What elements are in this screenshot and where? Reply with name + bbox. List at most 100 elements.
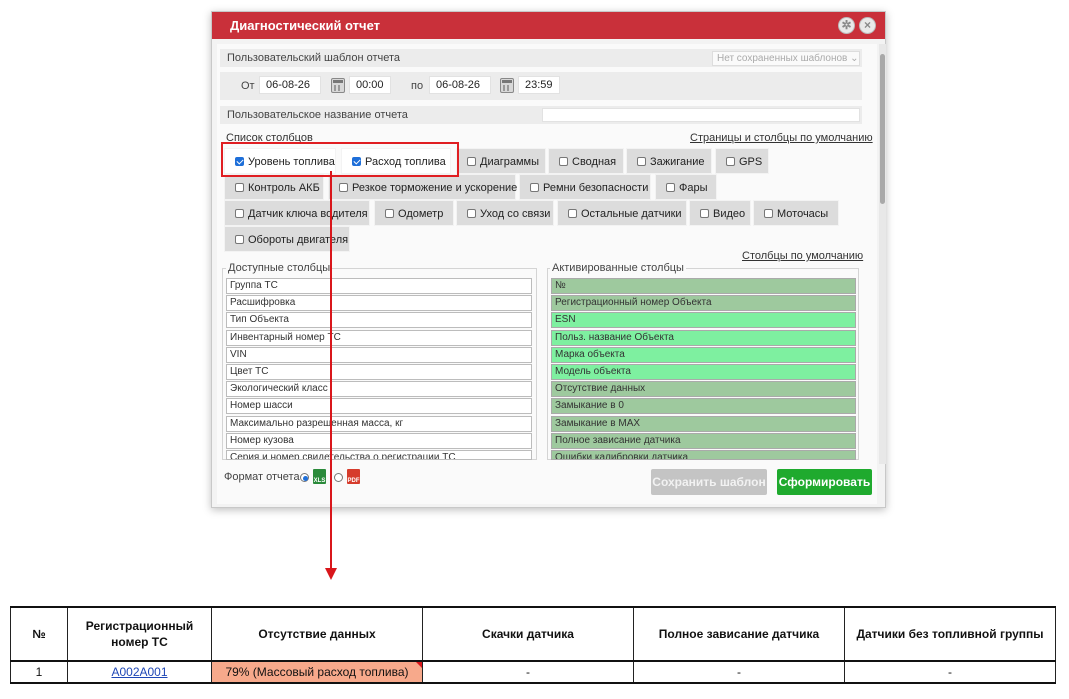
tab-checkbox[interactable] xyxy=(467,157,476,166)
tab-7[interactable]: Контроль АКБ xyxy=(224,174,324,200)
tab-label: Фары xyxy=(679,182,708,194)
cell-no-fuel-group: - xyxy=(844,660,1056,684)
tab-checkbox[interactable] xyxy=(700,209,709,218)
tab-checkbox[interactable] xyxy=(530,183,539,192)
tab-checkbox[interactable] xyxy=(467,209,476,218)
list-item[interactable]: Расшифровка xyxy=(226,295,532,312)
close-icon[interactable]: × xyxy=(859,17,876,34)
cell-no-data: 79% (Массовый расход топлива) xyxy=(211,660,423,684)
list-item[interactable]: № xyxy=(551,278,856,294)
table-row: 1 А002А001 79% (Массовый расход топлива)… xyxy=(10,660,1056,684)
cell-reg-number: А002А001 xyxy=(67,660,212,684)
tab-9[interactable]: Ремни безопасности xyxy=(519,174,651,200)
tab-checkbox[interactable] xyxy=(568,209,577,218)
tab-5[interactable]: Зажигание xyxy=(626,148,712,174)
dialog-scrollbar[interactable] xyxy=(879,44,886,464)
tab-label: Резкое торможение и ускорение xyxy=(352,182,518,194)
tab-checkbox[interactable] xyxy=(764,209,773,218)
list-item[interactable]: Номер кузова xyxy=(226,432,532,449)
tab-16[interactable]: Моточасы xyxy=(753,200,839,226)
tab-label: Диаграммы xyxy=(480,156,539,168)
tab-12[interactable]: Одометр xyxy=(374,200,454,226)
list-item[interactable]: Экологический класс xyxy=(226,381,532,398)
tab-4[interactable]: Сводная xyxy=(548,148,624,174)
settings-icon[interactable]: ✲ xyxy=(838,17,855,34)
col-header-number: № xyxy=(10,606,68,662)
save-template-button[interactable]: Сохранить шаблон xyxy=(651,469,767,495)
tab-3[interactable]: Диаграммы xyxy=(456,148,546,174)
col-header-sensor-jumps: Скачки датчика xyxy=(422,606,634,662)
from-label: От xyxy=(241,80,255,92)
tab-14[interactable]: Остальные датчики xyxy=(557,200,687,226)
vehicle-link[interactable]: А002А001 xyxy=(111,665,167,679)
list-item[interactable]: Максимально разрешенная масса, кг xyxy=(226,415,532,432)
tab-checkbox[interactable] xyxy=(235,183,244,192)
format-label: Формат отчета xyxy=(224,471,300,483)
calendar-icon[interactable] xyxy=(500,78,514,93)
custom-name-label: Пользовательское название отчета xyxy=(227,109,408,121)
list-item[interactable]: Серия и номер свидетельства о регистраци… xyxy=(226,450,532,460)
list-item[interactable]: Тип Объекта xyxy=(226,312,532,329)
list-item[interactable]: Регистрационный номер Объекта xyxy=(551,295,856,312)
tab-11[interactable]: Датчик ключа водителя xyxy=(224,200,370,226)
list-item[interactable]: Замыкание в MAX xyxy=(551,415,856,432)
tab-label: Зажигание xyxy=(650,156,705,168)
template-select[interactable]: Нет сохраненных шаблонов ⌄ xyxy=(712,51,860,66)
tab-label: Моточасы xyxy=(777,208,829,220)
list-item[interactable]: Модель объекта xyxy=(551,364,856,380)
custom-name-input[interactable] xyxy=(542,108,860,122)
from-time-input[interactable]: 00:00 xyxy=(349,76,391,94)
template-select-value: Нет сохраненных шаблонов xyxy=(717,53,848,64)
list-item[interactable]: Ошибки калибровки датчика xyxy=(551,450,856,460)
list-item[interactable]: Отсутствие данных xyxy=(551,381,856,398)
default-pages-link[interactable]: Страницы и столбцы по умолчанию xyxy=(690,132,873,144)
tab-checkbox[interactable] xyxy=(339,183,348,192)
generate-button[interactable]: Сформировать xyxy=(777,469,872,495)
xls-radio[interactable] xyxy=(300,473,309,482)
from-date-input[interactable]: 06-08-26 xyxy=(259,76,321,94)
template-label: Пользовательский шаблон отчета xyxy=(227,52,401,64)
list-item[interactable]: Польз. название Объекта xyxy=(551,329,856,346)
tab-checkbox[interactable] xyxy=(559,157,568,166)
tab-checkbox[interactable] xyxy=(726,157,735,166)
tab-checkbox[interactable] xyxy=(235,235,244,244)
list-item[interactable]: VIN xyxy=(226,346,532,363)
tab-checkbox[interactable] xyxy=(637,157,646,166)
list-item[interactable]: Замыкание в 0 xyxy=(551,398,856,415)
annotation-arrow-line xyxy=(330,171,332,571)
list-item[interactable]: Полное зависание датчика xyxy=(551,432,856,449)
tab-label: Сводная xyxy=(572,156,617,168)
list-item[interactable]: Марка объекта xyxy=(551,346,856,363)
tab-label: Обороты двигателя xyxy=(248,234,349,246)
tab-label: Уход со связи xyxy=(480,208,551,220)
list-item[interactable]: ESN xyxy=(551,312,856,329)
activated-columns-title: Активированные столбцы xyxy=(550,262,686,274)
cell-sensor-hang: - xyxy=(633,660,845,684)
tab-label: Остальные датчики xyxy=(581,208,682,220)
tab-13[interactable]: Уход со связи xyxy=(456,200,554,226)
to-date-input[interactable]: 06-08-26 xyxy=(429,76,491,94)
xls-icon: XLS xyxy=(313,469,326,484)
to-time-input[interactable]: 23:59 xyxy=(518,76,560,94)
pdf-radio[interactable] xyxy=(334,473,343,482)
tab-label: Видео xyxy=(713,208,746,220)
default-columns-link[interactable]: Столбцы по умолчанию xyxy=(742,250,863,262)
tab-15[interactable]: Видео xyxy=(689,200,751,226)
list-item[interactable]: Инвентарный номер ТС xyxy=(226,329,532,346)
tab-checkbox[interactable] xyxy=(666,183,675,192)
list-item[interactable]: Номер шасси xyxy=(226,398,532,415)
tab-checkbox[interactable] xyxy=(385,209,394,218)
col-header-no-fuel-group: Датчики без топливной группы xyxy=(844,606,1056,662)
calendar-icon[interactable] xyxy=(331,78,345,93)
tab-checkbox[interactable] xyxy=(235,209,244,218)
cell-number: 1 xyxy=(10,660,68,684)
tab-8[interactable]: Резкое торможение и ускорение xyxy=(328,174,518,200)
tab-10[interactable]: Фары xyxy=(655,174,717,200)
col-header-reg-number: Регистрационный номер ТС xyxy=(67,606,212,662)
result-table: № Регистрационный номер ТС Отсутствие да… xyxy=(10,606,1056,684)
scroll-thumb[interactable] xyxy=(880,54,885,204)
tab-6[interactable]: GPS xyxy=(715,148,769,174)
list-item[interactable]: Группа ТС xyxy=(226,278,532,294)
chevron-down-icon: ⌄ xyxy=(850,53,859,64)
list-item[interactable]: Цвет ТС xyxy=(226,364,532,380)
